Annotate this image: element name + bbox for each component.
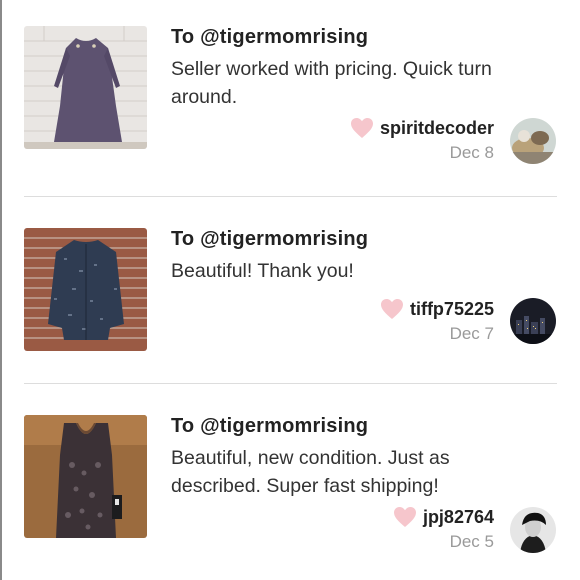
tweed-jacket-photo-icon [24, 228, 147, 351]
reviewer-avatar[interactable] [510, 298, 556, 344]
divider [24, 196, 557, 197]
reviewer-avatar-photo-icon [510, 118, 556, 164]
lace-dress-photo-icon [24, 415, 147, 538]
heart-icon [393, 507, 416, 527]
review-card: To @tigermomrising Beautiful! Thank you!… [24, 228, 556, 353]
reviewer-username[interactable]: spiritdecoder [350, 117, 494, 139]
review-text: Seller worked with pricing. Quick turn a… [171, 58, 492, 108]
review-recipient[interactable]: To @tigermomrising [171, 228, 368, 251]
city-night-avatar-photo-icon [510, 298, 556, 344]
review-card: To @tigermomrising Seller worked with pr… [24, 26, 556, 166]
item-thumbnail[interactable] [24, 26, 147, 149]
reviewer-avatar[interactable] [510, 118, 556, 164]
left-edge-border [0, 0, 2, 580]
reviewer-username[interactable]: jpj82764 [393, 506, 494, 528]
item-thumbnail[interactable] [24, 228, 147, 351]
review-text: Beautiful! Thank you! [171, 260, 354, 282]
review-date: Dec 8 [449, 143, 494, 162]
reviewer-avatar[interactable] [510, 507, 556, 553]
reviewer-name[interactable]: tiffp75225 [410, 299, 494, 320]
heart-icon [380, 299, 403, 319]
review-text: Beautiful, new condition. Just as descri… [171, 447, 450, 497]
item-thumbnail[interactable] [24, 415, 147, 538]
divider [24, 383, 557, 384]
heart-icon [350, 118, 373, 138]
purple-dress-photo-icon [24, 26, 147, 149]
reviewer-name[interactable]: jpj82764 [423, 507, 494, 528]
review-date: Dec 7 [449, 324, 494, 343]
review-recipient[interactable]: To @tigermomrising [171, 415, 368, 438]
review-recipient[interactable]: To @tigermomrising [171, 26, 368, 49]
review-date: Dec 5 [449, 532, 494, 551]
reviewer-username[interactable]: tiffp75225 [380, 298, 494, 320]
reviewer-name[interactable]: spiritdecoder [380, 118, 494, 139]
review-card: To @tigermomrising Beautiful, new condit… [24, 415, 556, 555]
portrait-avatar-photo-icon [510, 507, 556, 553]
